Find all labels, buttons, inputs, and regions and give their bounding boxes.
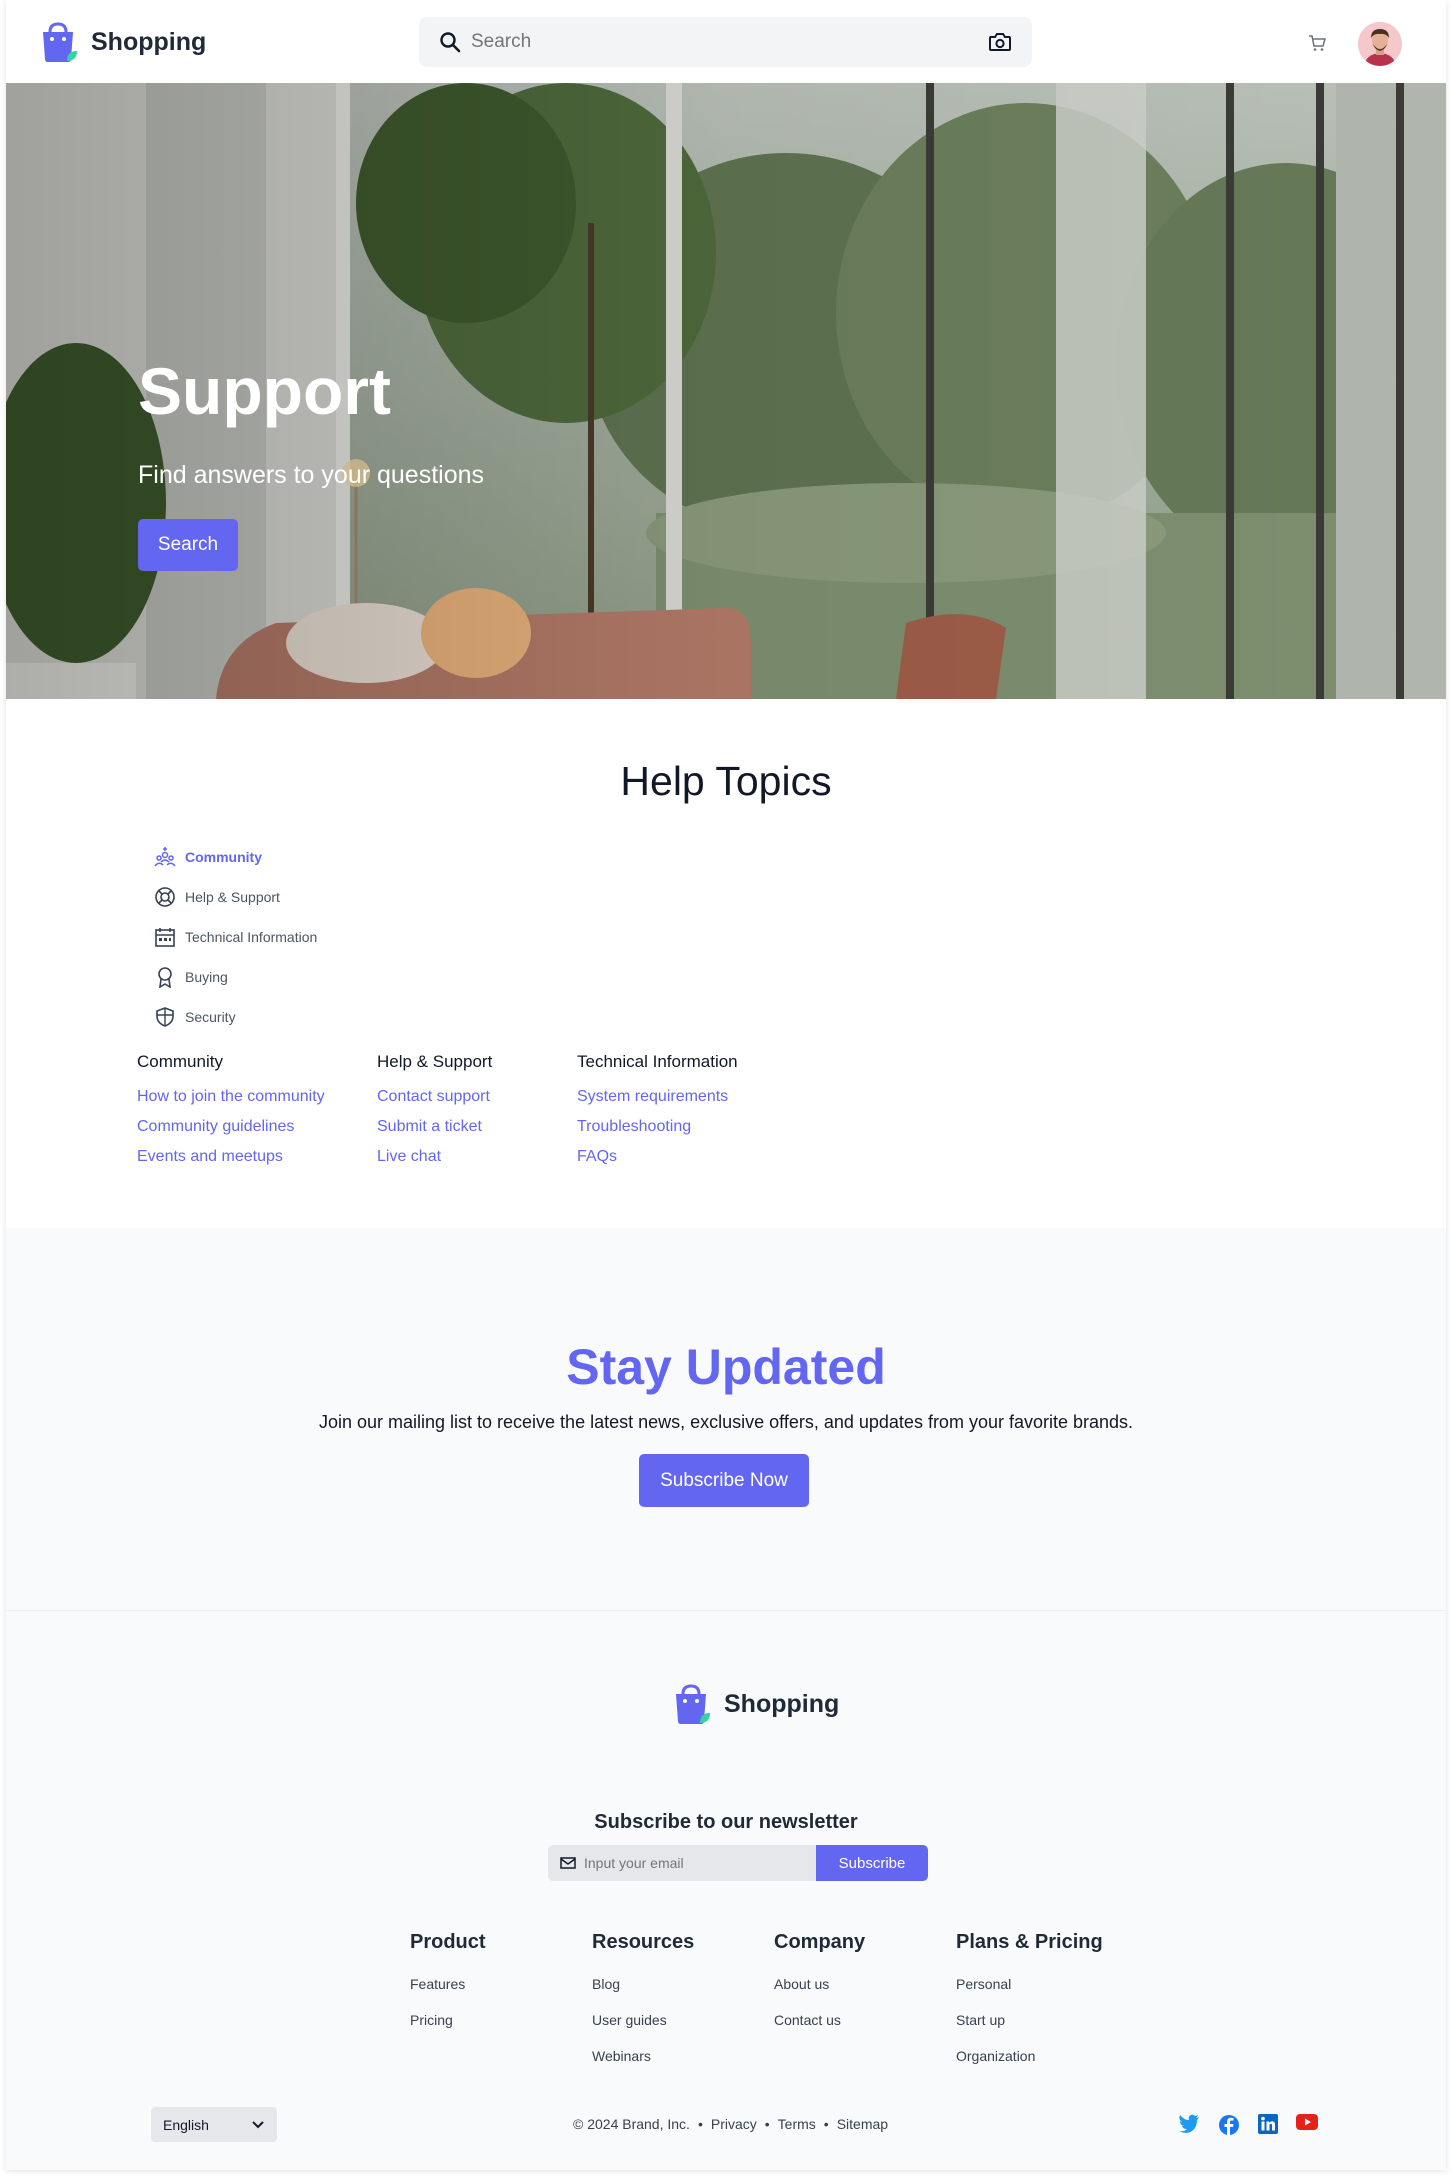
column-heading: Community [137, 1052, 223, 1071]
help-link[interactable]: Community guidelines [137, 1118, 325, 1136]
footer-column-product: Product Features Pricing [410, 1931, 486, 2048]
cart-icon[interactable] [1308, 34, 1326, 52]
help-topics-title: Help Topics [620, 758, 832, 804]
topic-label: Security [185, 1009, 236, 1025]
topic-technical-information[interactable]: Technical Information [153, 917, 317, 957]
topic-security[interactable]: Security [153, 997, 317, 1037]
help-column-technical-information: Technical Information System requirement… [577, 1052, 738, 1178]
mail-icon [560, 1857, 576, 1869]
stay-updated-title: Stay Updated [566, 1339, 886, 1395]
newsletter-form: Subscribe [548, 1845, 928, 1881]
help-column-help-support: Help & Support Contact support Submit a … [377, 1052, 492, 1178]
help-link[interactable]: Contact support [377, 1088, 492, 1106]
facebook-icon[interactable] [1218, 2114, 1240, 2136]
footer-link[interactable]: Contact us [774, 2012, 865, 2028]
help-link[interactable]: Troubleshooting [577, 1118, 738, 1136]
linkedin-icon[interactable] [1258, 2114, 1278, 2134]
shopping-bag-logo-icon [43, 22, 77, 62]
help-link[interactable]: How to join the community [137, 1088, 325, 1106]
footer-link[interactable]: About us [774, 1976, 865, 1992]
chevron-down-icon [252, 2120, 264, 2128]
stay-updated-subtitle: Join our mailing list to receive the lat… [318, 1412, 1134, 1432]
community-icon [153, 845, 177, 869]
language-select[interactable]: English [151, 2107, 277, 2142]
footer-link[interactable]: User guides [592, 2012, 694, 2028]
logo-text: Shopping [91, 27, 207, 56]
hero-search-button[interactable]: Search [138, 519, 238, 571]
sitemap-link[interactable]: Sitemap [837, 2116, 888, 2132]
email-input[interactable] [584, 1855, 804, 1871]
hero-banner: Support Find answers to your questions S… [6, 83, 1446, 699]
footer: Shopping Subscribe to our newsletter Sub… [6, 1610, 1446, 2170]
separator-dot: • [764, 2116, 770, 2132]
topic-help-support[interactable]: Help & Support [153, 877, 317, 917]
separator-dot: • [823, 2116, 829, 2132]
topic-buying[interactable]: Buying [153, 957, 317, 997]
award-icon [153, 965, 177, 989]
footer-column-heading: Plans & Pricing [956, 1931, 1103, 1953]
help-link[interactable]: Events and meetups [137, 1148, 325, 1166]
footer-column-heading: Product [410, 1931, 486, 1953]
privacy-link[interactable]: Privacy [711, 2116, 757, 2132]
footer-column-plans-pricing: Plans & Pricing Personal Start up Organi… [956, 1931, 1103, 2084]
help-link[interactable]: Live chat [377, 1148, 492, 1166]
separator-dot: • [697, 2116, 703, 2132]
stay-updated-section: Stay Updated Join our mailing list to re… [6, 1228, 1446, 1610]
footer-column-heading: Resources [592, 1931, 695, 1953]
column-heading: Technical Information [577, 1052, 738, 1071]
footer-link[interactable]: Blog [592, 1976, 694, 1992]
footer-link[interactable]: Organization [956, 2048, 1103, 2064]
help-link[interactable]: Submit a ticket [377, 1118, 492, 1136]
topic-label: Technical Information [185, 929, 318, 945]
camera-icon[interactable] [988, 31, 1012, 53]
footer-column-heading: Company [774, 1931, 866, 1953]
help-column-community: Community How to join the community Comm… [137, 1052, 325, 1178]
topic-list: Community Help & Support Technical Infor… [153, 837, 317, 1037]
footer-column-company: Company About us Contact us [774, 1931, 865, 2048]
topic-label: Community [185, 849, 262, 865]
user-avatar-icon [1358, 22, 1402, 66]
footer-link[interactable]: Features [410, 1976, 486, 1992]
hero-subtitle: Find answers to your questions [138, 461, 485, 489]
search-input[interactable] [471, 31, 988, 53]
avatar[interactable] [1358, 22, 1402, 66]
search-bar[interactable] [419, 17, 1032, 67]
footer-column-resources: Resources Blog User guides Webinars [592, 1931, 694, 2084]
terms-link[interactable]: Terms [778, 2116, 816, 2132]
column-heading: Help & Support [377, 1052, 493, 1071]
lifebuoy-icon [153, 885, 177, 909]
search-icon [440, 32, 461, 53]
footer-link[interactable]: Webinars [592, 2048, 694, 2064]
social-links [1178, 2114, 1318, 2136]
shopping-bag-logo-icon [676, 1684, 710, 1724]
topic-label: Help & Support [185, 889, 280, 905]
footer-link[interactable]: Start up [956, 2012, 1103, 2028]
subscribe-now-button[interactable]: Subscribe Now [639, 1454, 809, 1507]
copyright-text: © 2024 Brand, Inc. [573, 2116, 690, 2132]
help-link[interactable]: System requirements [577, 1088, 738, 1106]
topic-community[interactable]: Community [153, 837, 317, 877]
help-link[interactable]: FAQs [577, 1148, 738, 1166]
hero-title: Support [138, 354, 391, 428]
youtube-icon[interactable] [1296, 2114, 1318, 2130]
logo[interactable]: Shopping [37, 21, 206, 63]
footer-link[interactable]: Personal [956, 1976, 1103, 1992]
topic-label: Buying [185, 969, 228, 985]
newsletter-title: Subscribe to our newsletter [594, 1811, 858, 1833]
newsletter-subscribe-button[interactable]: Subscribe [816, 1845, 928, 1881]
page: Shopping Search Support Find answers to … [6, 0, 1446, 2170]
footer-link[interactable]: Pricing [410, 2012, 486, 2028]
header: Shopping [6, 0, 1446, 83]
calendar-icon [153, 925, 177, 949]
copyright-bar: © 2024 Brand, Inc. • Privacy • Terms • S… [573, 2116, 888, 2132]
language-value: English [163, 2116, 209, 2133]
twitter-icon[interactable] [1178, 2114, 1200, 2134]
email-field[interactable] [548, 1845, 816, 1881]
shield-icon [153, 1005, 177, 1029]
footer-logo-text: Shopping [724, 1689, 840, 1718]
footer-logo[interactable]: Shopping [670, 1683, 839, 1725]
